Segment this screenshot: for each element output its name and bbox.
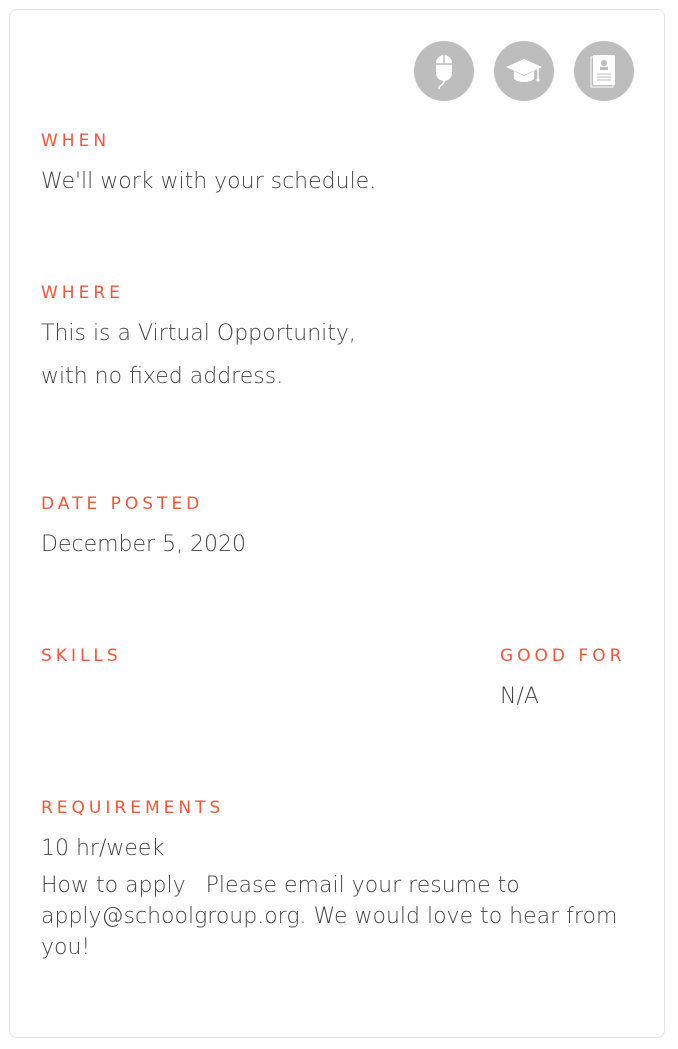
graduation-cap-icon [494,41,554,101]
where-label: WHERE [41,283,124,303]
when-value: We'll work with your schedule. [41,169,377,194]
good-for-value: N/A [500,684,539,709]
date-posted-label: DATE POSTED [41,494,204,514]
good-for-label: GOOD FOR [500,646,626,666]
good-for-section: GOOD FOR N/A [500,646,625,718]
opportunity-details-card: WHEN We'll work with your schedule. WHER… [9,9,665,1038]
where-line-1: This is a Virtual Opportunity, [41,321,356,346]
how-to-apply-text: Please email your resume to [205,873,520,898]
requirements-section: REQUIREMENTS 10 hr/week How to apply Plea… [41,798,641,963]
resume-document-icon [574,41,634,101]
when-label: WHEN [41,131,111,151]
category-icons [414,41,634,101]
how-to-apply-block: How to apply Please email your resume to … [41,870,641,963]
date-posted-section: DATE POSTED December 5, 2020 [41,494,246,566]
requirements-hours: 10 hr/week [41,836,165,861]
mouse-icon [414,41,474,101]
skills-label: SKILLS [41,646,122,666]
when-section: WHEN We'll work with your schedule. [41,131,376,203]
skills-section: SKILLS [41,646,122,666]
apply-email: apply@schoolgroup.org [41,904,300,929]
where-line-2: with no fixed address. [41,364,284,389]
date-posted-value: December 5, 2020 [41,532,247,557]
how-to-apply-label: How to apply [41,873,186,898]
where-section: WHERE This is a Virtual Opportunity, wit… [41,283,356,398]
requirements-label: REQUIREMENTS [41,798,225,818]
